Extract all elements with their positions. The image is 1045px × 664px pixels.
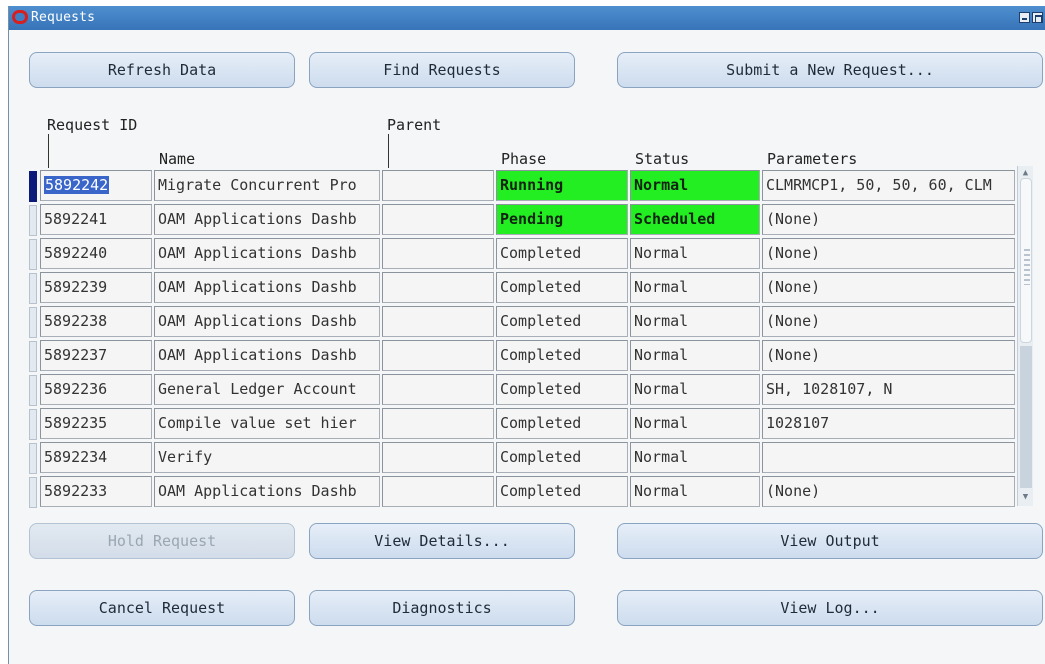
cell-parent[interactable]	[382, 408, 494, 439]
row-indicator[interactable]	[29, 273, 37, 304]
cell-phase[interactable]: Completed	[496, 272, 628, 303]
cell-name[interactable]: Verify	[154, 442, 380, 473]
cell-status[interactable]: Normal	[630, 272, 760, 303]
cell-name[interactable]: OAM Applications Dashb	[154, 306, 380, 337]
cell-phase[interactable]: Completed	[496, 306, 628, 337]
cell-phase[interactable]: Running	[496, 170, 628, 201]
cell-name[interactable]: General Ledger Account	[154, 374, 380, 405]
view-details-button[interactable]: View Details...	[309, 523, 575, 559]
cell-parameters[interactable]: (None)	[762, 272, 1015, 303]
header-name: Name	[159, 150, 196, 168]
header-parent: Parent	[387, 116, 442, 134]
view-output-button[interactable]: View Output	[617, 523, 1043, 559]
cell-request-id[interactable]: 5892233	[40, 476, 152, 507]
view-log-button[interactable]: View Log...	[617, 590, 1043, 626]
cell-parent[interactable]	[382, 238, 494, 269]
cell-parent[interactable]	[382, 442, 494, 473]
row-indicator[interactable]	[29, 205, 37, 236]
cell-parent[interactable]	[382, 476, 494, 507]
cell-phase[interactable]: Completed	[496, 238, 628, 269]
cell-parent[interactable]	[382, 170, 494, 201]
cancel-request-button[interactable]: Cancel Request	[29, 590, 295, 626]
cell-parameters[interactable]: CLMRMCP1, 50, 50, 60, CLM	[762, 170, 1015, 201]
cell-parent[interactable]	[382, 306, 494, 337]
find-requests-button[interactable]: Find Requests	[309, 52, 575, 88]
minimize-icon[interactable]	[1019, 12, 1030, 23]
window-title: Requests	[31, 10, 96, 25]
row-indicator[interactable]	[29, 307, 37, 338]
table-scrollbar[interactable]: ▲ ▼	[1017, 166, 1033, 506]
title-bar[interactable]: Requests	[9, 6, 1045, 30]
cell-phase[interactable]: Completed	[496, 442, 628, 473]
requests-window: Requests Refresh Data Find Requests Subm…	[8, 6, 1045, 664]
cell-status[interactable]: Normal	[630, 340, 760, 371]
cell-parameters[interactable]: (None)	[762, 238, 1015, 269]
cell-status[interactable]: Normal	[630, 476, 760, 507]
row-indicator[interactable]	[29, 341, 37, 372]
cell-request-id[interactable]: 5892240	[40, 238, 152, 269]
cell-request-id[interactable]: 5892238	[40, 306, 152, 337]
cell-request-id[interactable]: 5892235	[40, 408, 152, 439]
cell-status[interactable]: Normal	[630, 374, 760, 405]
row-indicator[interactable]	[29, 477, 37, 508]
header-parameters: Parameters	[767, 150, 858, 168]
cell-phase[interactable]: Pending	[496, 204, 628, 235]
scroll-down-icon[interactable]: ▼	[1018, 490, 1033, 505]
cell-phase[interactable]: Completed	[496, 374, 628, 405]
scroll-thumb[interactable]	[1020, 178, 1032, 343]
cell-name[interactable]: OAM Applications Dashb	[154, 272, 380, 303]
cell-name[interactable]: OAM Applications Dashb	[154, 340, 380, 371]
header-request-id: Request ID	[47, 116, 138, 134]
cell-status[interactable]: Normal	[630, 238, 760, 269]
scroll-grip-icon	[1024, 249, 1030, 285]
header-divider	[388, 134, 389, 168]
cell-parameters[interactable]: 1028107	[762, 408, 1015, 439]
cell-status[interactable]: Normal	[630, 442, 760, 473]
header-divider	[48, 134, 49, 168]
row-indicator[interactable]	[29, 239, 37, 270]
cell-parameters[interactable]: SH, 1028107, N	[762, 374, 1015, 405]
cell-request-id[interactable]: 5892241	[40, 204, 152, 235]
maximize-icon[interactable]	[1032, 12, 1043, 23]
refresh-data-button[interactable]: Refresh Data	[29, 52, 295, 88]
cell-parameters[interactable]	[762, 442, 1015, 473]
cell-phase[interactable]: Completed	[496, 408, 628, 439]
header-phase: Phase	[501, 150, 547, 168]
cell-request-id[interactable]: 5892237	[40, 340, 152, 371]
cell-name[interactable]: Migrate Concurrent Pro	[154, 170, 380, 201]
cell-parent[interactable]	[382, 272, 494, 303]
cell-request-id[interactable]: 5892239	[40, 272, 152, 303]
cell-parent[interactable]	[382, 374, 494, 405]
cell-status[interactable]: Scheduled	[630, 204, 760, 235]
cell-status[interactable]: Normal	[630, 408, 760, 439]
diagnostics-button[interactable]: Diagnostics	[309, 590, 575, 626]
cell-status[interactable]: Normal	[630, 170, 760, 201]
cell-phase[interactable]: Completed	[496, 476, 628, 507]
row-indicator[interactable]	[29, 443, 37, 474]
cell-request-id[interactable]: 5892234	[40, 442, 152, 473]
cell-parameters[interactable]: (None)	[762, 340, 1015, 371]
header-status: Status	[635, 150, 690, 168]
cell-name[interactable]: OAM Applications Dashb	[154, 238, 380, 269]
row-indicator[interactable]	[29, 409, 37, 440]
cell-parameters[interactable]: (None)	[762, 476, 1015, 507]
cell-request-id[interactable]: 5892242	[40, 170, 152, 201]
cell-parameters[interactable]: (None)	[762, 306, 1015, 337]
cell-name[interactable]: OAM Applications Dashb	[154, 476, 380, 507]
cell-status[interactable]: Normal	[630, 306, 760, 337]
cell-parameters[interactable]: (None)	[762, 204, 1015, 235]
cell-phase[interactable]: Completed	[496, 340, 628, 371]
row-indicator-current[interactable]	[29, 171, 37, 202]
hold-request-button[interactable]: Hold Request	[29, 523, 295, 559]
row-indicator[interactable]	[29, 375, 37, 406]
cell-name[interactable]: Compile value set hier	[154, 408, 380, 439]
cell-name[interactable]: OAM Applications Dashb	[154, 204, 380, 235]
submit-new-request-button[interactable]: Submit a New Request...	[617, 52, 1043, 88]
cell-request-id[interactable]: 5892236	[40, 374, 152, 405]
oracle-logo-icon	[12, 10, 28, 24]
cell-parent[interactable]	[382, 340, 494, 371]
scroll-track[interactable]	[1020, 346, 1032, 488]
cell-parent[interactable]	[382, 204, 494, 235]
